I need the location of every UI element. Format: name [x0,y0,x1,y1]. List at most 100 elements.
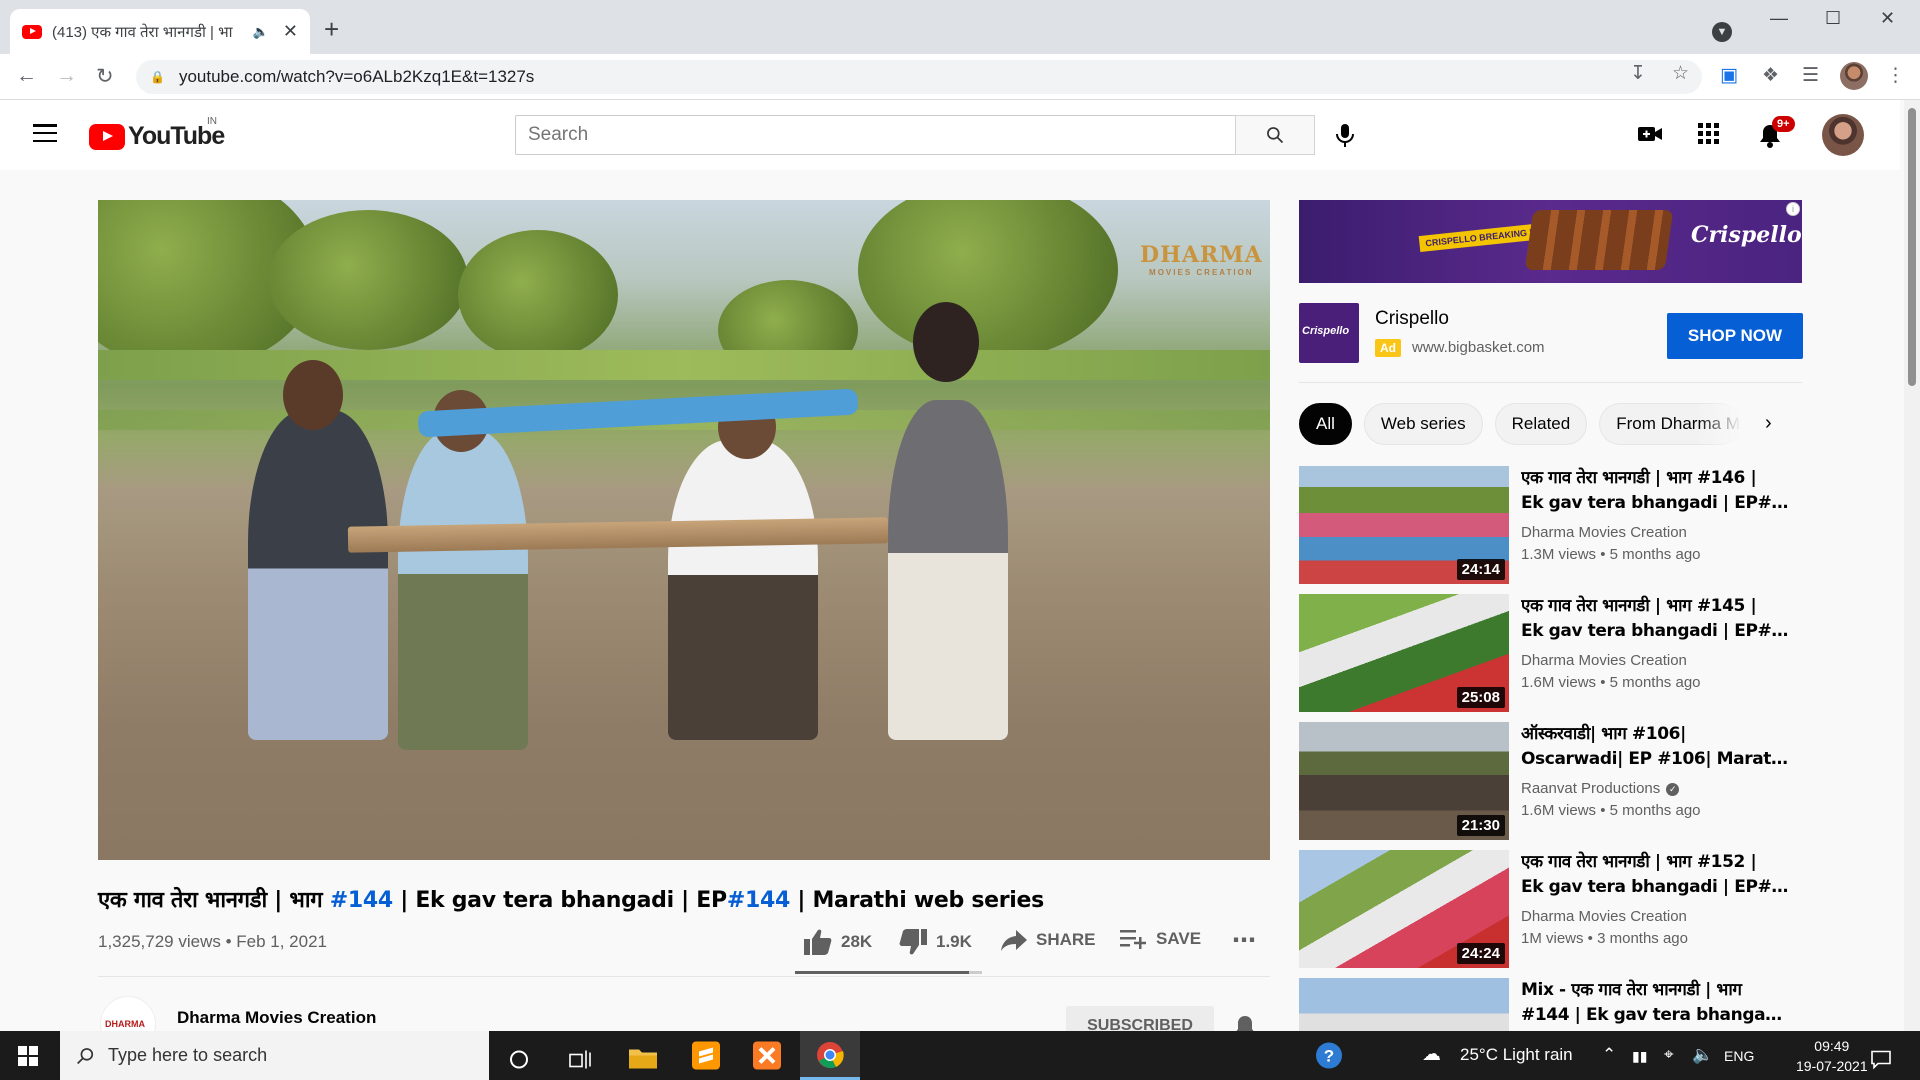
video-thumbnail[interactable]: 24:14 [1299,466,1509,584]
scene-field [98,350,1270,380]
tab-search-icon[interactable]: ▼ [1712,22,1732,42]
shop-now-button[interactable]: SHOP NOW [1667,313,1803,359]
account-avatar[interactable] [1822,114,1864,156]
video-title[interactable]: Mix - एक गाव तेरा भानगडी | भाग #144 | Ek … [1521,978,1791,1028]
action-center-icon[interactable] [1870,1045,1892,1074]
video-channel[interactable]: Dharma Movies Creation [1521,524,1687,541]
profile-avatar[interactable] [1840,62,1868,90]
channel-name[interactable]: Dharma Movies Creation [177,1008,376,1028]
youtube-play-icon [89,123,125,150]
chevron-up-icon[interactable]: ⌃ [1602,1045,1616,1065]
save-button[interactable]: SAVE [1120,928,1201,950]
battery-icon[interactable]: ▮▮ [1632,1048,1647,1065]
video-duration: 25:08 [1456,687,1505,708]
xampp-icon[interactable] [753,1041,781,1070]
hashtag-link[interactable]: #144 [727,888,790,913]
sublime-text-icon[interactable] [692,1041,720,1070]
video-thumbnail[interactable]: 25:08 [1299,594,1509,712]
recommended-video[interactable]: 25:08 एक गाव तेरा भानगडी | भाग #145 | Ek … [1299,594,1819,712]
new-tab-icon[interactable]: + [324,14,339,45]
microphone-icon[interactable] [1334,122,1356,148]
extension-icon[interactable]: ▣ [1720,64,1738,87]
lock-icon[interactable]: 🔒 [150,70,165,84]
chevron-right-icon[interactable]: › [1765,412,1772,435]
windows-start-icon[interactable] [18,1046,38,1066]
chip-all[interactable]: All [1299,403,1352,445]
reload-icon[interactable]: ↻ [96,64,114,89]
dislike-button[interactable]: 1.9K [898,928,972,956]
media-control-icon[interactable]: ☰ [1802,64,1819,87]
recommended-video[interactable]: 24:14 एक गाव तेरा भानगडी | भाग #146 | Ek … [1299,466,1819,584]
title-line: एक गाव तेरा भानगडी | भाग #146 | [1521,468,1757,488]
address-bar[interactable]: 🔒 youtube.com/watch?v=o6ALb2Kzq1E&t=1327… [136,60,1702,94]
chip-web-series[interactable]: Web series [1363,403,1483,445]
cortana-icon[interactable] [508,1045,530,1074]
language-indicator[interactable]: ENG [1724,1048,1754,1064]
recommended-video[interactable]: 21:30 ऑस्करवाडी| भाग #106| Oscarwadi| EP … [1299,722,1819,840]
create-video-icon[interactable] [1637,123,1663,145]
like-count: 28K [841,932,873,951]
install-app-icon[interactable]: ↧ [1630,62,1646,85]
apps-grid-icon[interactable] [1698,123,1720,145]
share-button[interactable]: SHARE [1000,928,1096,952]
ad-logo[interactable] [1299,303,1359,363]
video-channel[interactable]: Dharma Movies Creation [1521,908,1687,925]
minimize-icon[interactable]: — [1770,8,1788,29]
title-part: | Marathi web series [790,888,1044,913]
chip-from-channel[interactable]: From Dharma Movies Creation [1599,403,1742,445]
video-title[interactable]: ऑस्करवाडी| भाग #106| Oscarwadi| EP #106| … [1521,722,1791,772]
more-actions-icon[interactable]: ⋯ [1232,926,1256,955]
browser-toolbar: ← → ↻ 🔒 youtube.com/watch?v=o6ALb2Kzq1E&… [0,54,1920,100]
extensions-puzzle-icon[interactable]: ❖ [1762,64,1779,87]
video-title[interactable]: एक गाव तेरा भानगडी | भाग #146 | Ek gav te… [1521,466,1791,516]
speaker-icon[interactable]: 🔈 [253,24,269,40]
ad-info-icon[interactable]: i [1786,202,1800,216]
scene-person [398,430,528,750]
video-title[interactable]: एक गाव तेरा भानगडी | भाग #152 | Ek gav te… [1521,850,1791,900]
forward-icon[interactable]: → [56,64,77,88]
search-input[interactable] [515,115,1235,155]
browser-tab[interactable]: (413) एक गाव तेरा भानगडी | भा 🔈 ✕ [10,9,310,54]
wifi-icon[interactable]: ⌖ [1664,1045,1674,1065]
video-channel[interactable]: Dharma Movies Creation [1521,652,1687,669]
like-button[interactable]: 28K [803,928,872,956]
file-explorer-icon[interactable] [628,1043,658,1072]
weather-cloud-icon[interactable]: ☁ [1422,1043,1441,1066]
chrome-menu-icon[interactable]: ⋮ [1886,64,1905,87]
video-player[interactable]: DHARMA MOVIES CREATION [98,200,1270,860]
volume-icon[interactable]: 🔈 [1692,1045,1713,1065]
help-icon[interactable]: ? [1315,1041,1343,1070]
ad-title[interactable]: Crispello [1375,308,1449,330]
video-meta: 1M views • 3 months ago [1521,930,1688,947]
ad-banner-image[interactable]: CRISPELLO BREAKING EQUAL SHARING Crispel… [1299,200,1802,283]
scrollbar-thumb[interactable] [1908,108,1916,386]
video-meta: 1.3M views • 5 months ago [1521,546,1701,563]
system-clock[interactable]: 09:49 19-07-2021 [1796,1036,1868,1076]
chrome-taskbar-item[interactable] [800,1031,860,1080]
weather-text[interactable]: 25°C Light rain [1460,1045,1573,1065]
close-tab-icon[interactable]: ✕ [283,21,298,42]
video-thumbnail[interactable]: 24:24 [1299,850,1509,968]
ad-badge: Ad [1375,339,1401,357]
hashtag-link[interactable]: #144 [330,888,393,913]
close-window-icon[interactable]: ✕ [1880,8,1895,29]
maximize-icon[interactable]: ☐ [1825,8,1841,29]
video-title[interactable]: एक गाव तेरा भानगडी | भाग #145 | Ek gav te… [1521,594,1791,644]
youtube-logo[interactable]: YouTube IN [89,116,225,151]
bookmark-star-icon[interactable]: ☆ [1672,62,1689,85]
chip-related[interactable]: Related [1494,403,1588,445]
youtube-masthead: YouTube IN 9+ [0,100,1900,170]
taskbar-search[interactable]: Type here to search [60,1031,489,1080]
video-channel[interactable]: Raanvat Productions ✓ [1521,780,1680,797]
back-icon[interactable]: ← [16,64,37,88]
country-code: IN [207,116,217,127]
recommended-video[interactable]: 24:24 एक गाव तेरा भानगडी | भाग #152 | Ek … [1299,850,1819,968]
title-line: Ek gav tera bhangadi | EP#152 | Marathi … [1521,877,1791,897]
menu-icon[interactable] [33,124,57,142]
video-thumbnail[interactable]: 21:30 [1299,722,1509,840]
page-scrollbar[interactable] [1904,100,1920,1031]
thumbs-up-icon [804,929,832,955]
search-button[interactable] [1235,115,1315,155]
task-view-icon[interactable] [568,1045,592,1074]
video-duration: 21:30 [1456,815,1505,836]
